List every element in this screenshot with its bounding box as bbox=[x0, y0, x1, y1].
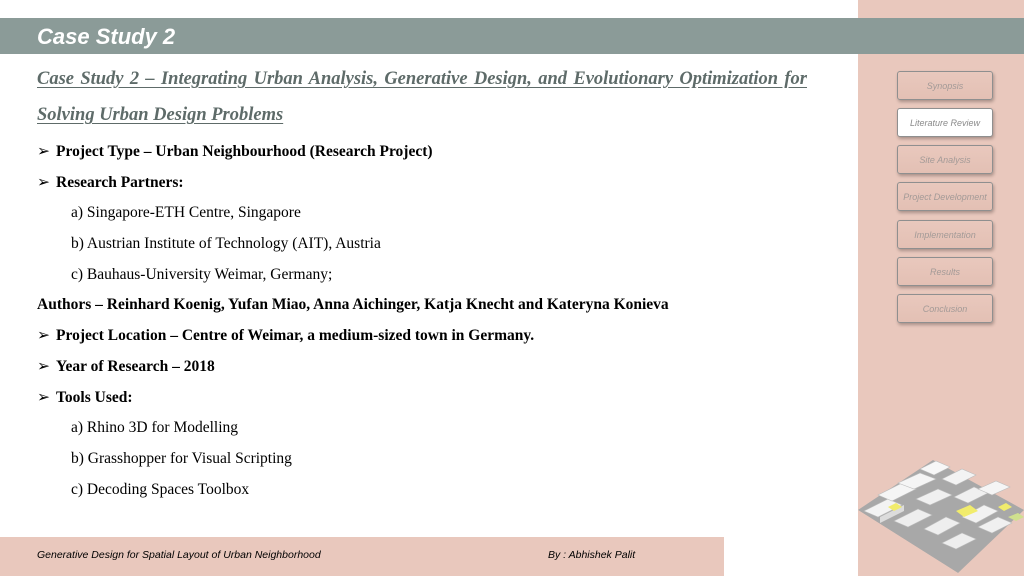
bullet-project-type: ➢ Project Type – Urban Neighbourhood (Res… bbox=[37, 141, 433, 163]
bullet-tools-used: ➢ Tools Used: bbox=[37, 387, 133, 409]
arrow-bullet-icon: ➢ bbox=[37, 389, 50, 406]
nav-button-results[interactable]: Results bbox=[897, 257, 993, 286]
footer-author: By : Abhishek Palit bbox=[548, 549, 636, 561]
bullet-project-location: ➢ Project Location – Centre of Weimar, a … bbox=[37, 325, 534, 347]
urban-model-illustration bbox=[858, 460, 1024, 576]
arrow-bullet-icon: ➢ bbox=[37, 327, 50, 344]
arrow-bullet-icon: ➢ bbox=[37, 143, 50, 160]
bullet-year-of-research: ➢ Year of Research – 2018 bbox=[37, 356, 215, 378]
authors-line: Authors – Reinhard Koenig, Yufan Miao, A… bbox=[37, 296, 669, 313]
partner-item: c) Bauhaus-University Weimar, Germany; bbox=[71, 266, 333, 283]
arrow-bullet-icon: ➢ bbox=[37, 174, 50, 191]
nav-button-project-development[interactable]: Project Development bbox=[897, 182, 993, 211]
nav-button-synopsis[interactable]: Synopsis bbox=[897, 71, 993, 100]
nav-button-site-analysis[interactable]: Site Analysis bbox=[897, 145, 993, 174]
page-title: Case Study 2 bbox=[37, 24, 176, 49]
footer-title: Generative Design for Spatial Layout of … bbox=[37, 549, 321, 561]
case-study-heading: Case Study 2 – Integrating Urban Analysi… bbox=[37, 69, 807, 125]
tool-item: c) Decoding Spaces Toolbox bbox=[71, 481, 250, 498]
nav-button-implementation[interactable]: Implementation bbox=[897, 220, 993, 249]
arrow-bullet-icon: ➢ bbox=[37, 358, 50, 375]
nav-button-conclusion[interactable]: Conclusion bbox=[897, 294, 993, 323]
bullet-research-partners: ➢ Research Partners: bbox=[37, 172, 184, 194]
tool-item: a) Rhino 3D for Modelling bbox=[71, 419, 239, 436]
partner-item: a) Singapore-ETH Centre, Singapore bbox=[71, 204, 301, 221]
tool-item: b) Grasshopper for Visual Scripting bbox=[71, 450, 292, 467]
partner-item: b) Austrian Institute of Technology (AIT… bbox=[71, 235, 381, 252]
nav-button-literature-review[interactable]: Literature Review bbox=[897, 108, 993, 137]
